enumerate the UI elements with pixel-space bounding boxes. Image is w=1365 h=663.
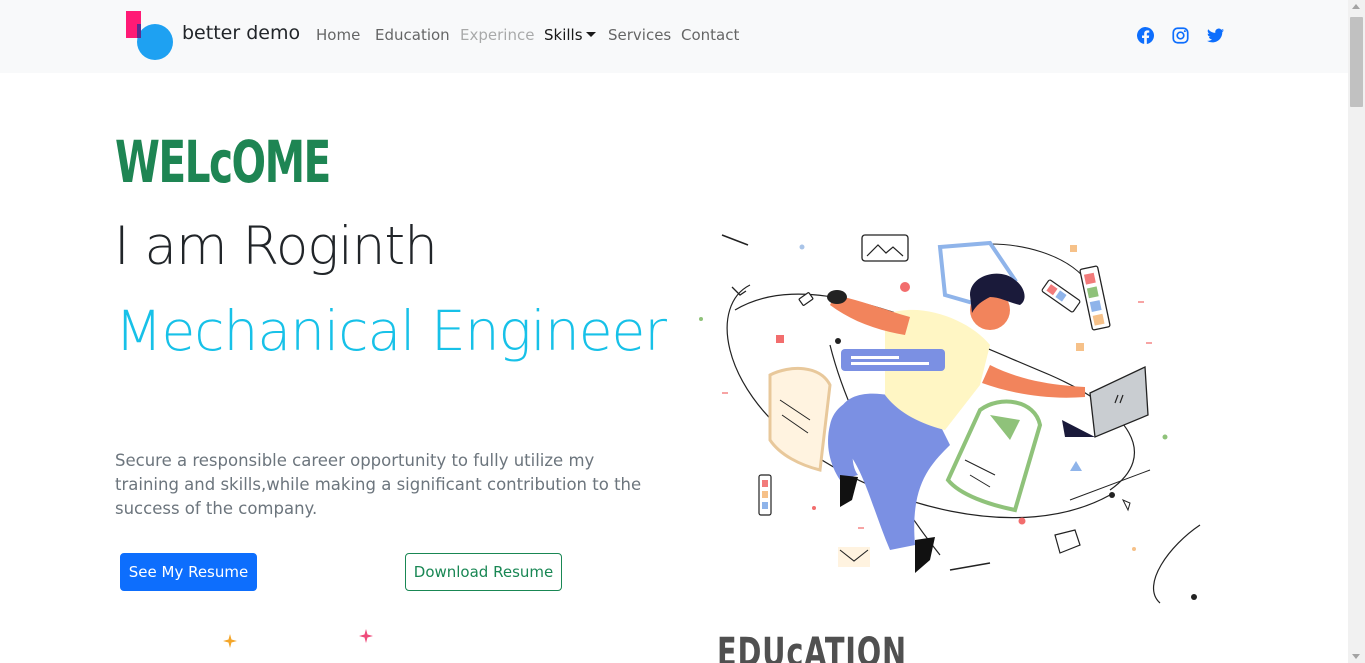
intro-heading: I am Roginth (114, 216, 438, 277)
nav-link-services[interactable]: Services (608, 26, 671, 44)
nav-link-education[interactable]: Education (375, 26, 450, 44)
sparkle-icon (223, 634, 237, 648)
download-resume-button[interactable]: Download Resume (405, 553, 562, 591)
education-section-heading: EDUcATION (717, 630, 907, 663)
sparkle-icon (359, 629, 373, 643)
twitter-icon[interactable] (1207, 27, 1224, 44)
brand-logo-icon[interactable] (126, 11, 174, 63)
nav-link-experince: Experince (460, 26, 535, 44)
brand-name[interactable]: better demo (182, 22, 300, 44)
caret-down-icon (585, 32, 596, 37)
scroll-up-arrow-icon[interactable] (1352, 4, 1360, 9)
instagram-icon[interactable] (1172, 27, 1189, 44)
hero-illustration (699, 234, 1201, 604)
see-resume-button[interactable]: See My Resume (120, 553, 257, 591)
nav-link-home[interactable]: Home (316, 26, 360, 44)
scroll-thumb[interactable] (1350, 17, 1363, 107)
tagline-text: Secure a responsible career opportunity … (115, 451, 642, 518)
role-heading: Mechanical Engineer (115, 299, 667, 363)
facebook-icon[interactable] (1137, 27, 1154, 44)
navbar: better demo Home Education Experince Ski… (0, 0, 1348, 73)
scroll-down-arrow-icon[interactable] (1352, 654, 1360, 659)
nav-dropdown-skills-label: Skills (544, 26, 583, 44)
welcome-heading: WELcOME (115, 128, 331, 196)
nav-dropdown-skills[interactable]: Skills (544, 26, 596, 44)
nav-link-contact[interactable]: Contact (681, 26, 739, 44)
page-scrollbar[interactable] (1348, 0, 1365, 663)
